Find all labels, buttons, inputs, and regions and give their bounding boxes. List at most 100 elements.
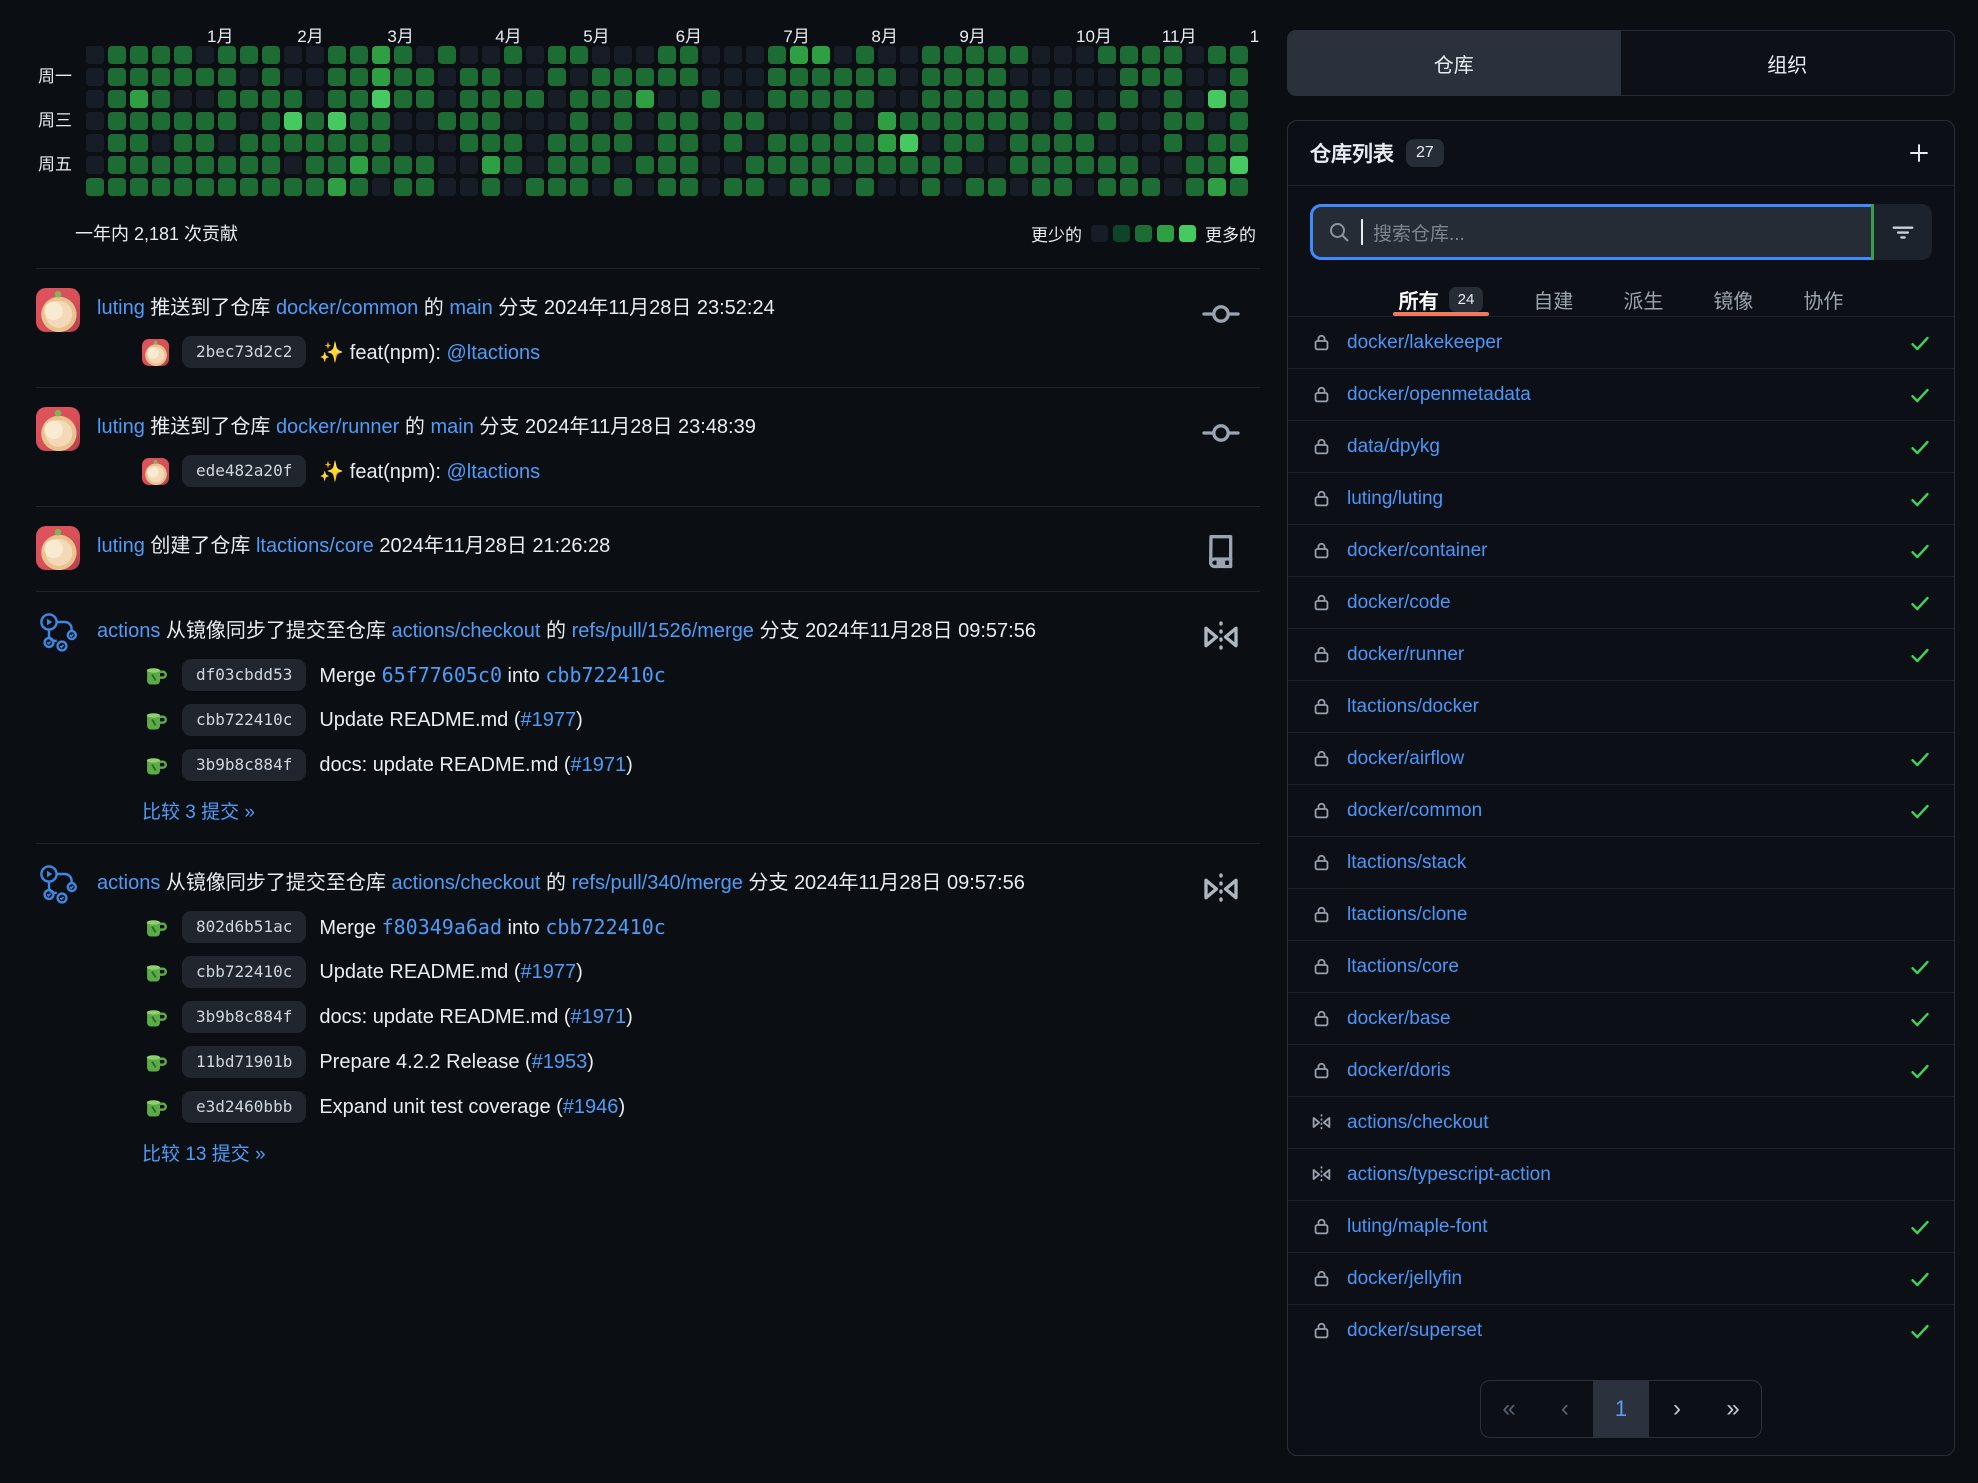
commit-hash-link[interactable]: e3d2460bbb <box>182 1091 306 1123</box>
compare-commits-link[interactable]: 比较 3 提交 » <box>142 797 255 824</box>
tab-organizations[interactable]: 组织 <box>1621 30 1956 96</box>
repo-link[interactable]: docker/base <box>1347 1008 1451 1030</box>
inline-link[interactable]: actions <box>97 872 160 894</box>
ci-success-icon[interactable] <box>1908 1215 1932 1239</box>
inline-link[interactable]: @ltactions <box>447 461 541 483</box>
inline-link[interactable]: #1977 <box>521 961 577 983</box>
commit-hash-link[interactable]: df03cbdd53 <box>182 659 306 691</box>
tab-repositories[interactable]: 仓库 <box>1287 30 1621 96</box>
ci-success-icon[interactable] <box>1908 487 1932 511</box>
pagination-›[interactable]: › <box>1649 1381 1705 1437</box>
repo-link[interactable]: ltactions/docker <box>1347 696 1479 718</box>
commit-hash-link[interactable]: 3b9b8c884f <box>182 1001 306 1033</box>
repo-link[interactable]: docker/code <box>1347 592 1451 614</box>
heatmap-cell <box>922 178 940 196</box>
inline-link[interactable]: 65f77605c0 <box>382 663 502 687</box>
pagination-page-1[interactable]: 1 <box>1593 1381 1649 1437</box>
inline-link[interactable]: f80349a6ad <box>382 915 502 939</box>
repo-search-input[interactable]: 搜索仓库... <box>1310 204 1871 260</box>
inline-link[interactable]: ltactions/core <box>256 535 374 557</box>
repo-link[interactable]: ltactions/core <box>1347 956 1459 978</box>
inline-text: 2024年11月28日 23:52:24 <box>544 297 775 319</box>
ci-success-icon[interactable] <box>1908 1059 1932 1083</box>
repo-link[interactable]: docker/doris <box>1347 1060 1451 1082</box>
repo-link[interactable]: docker/jellyfin <box>1347 1268 1462 1290</box>
filter-tab-协作[interactable]: 协作 <box>1801 282 1845 316</box>
inline-link[interactable]: cbb722410c <box>545 915 665 939</box>
repo-link[interactable]: docker/runner <box>1347 644 1464 666</box>
ci-success-icon[interactable] <box>1908 435 1932 459</box>
commit-hash-link[interactable]: cbb722410c <box>182 956 306 988</box>
ci-success-icon[interactable] <box>1908 1267 1932 1291</box>
heatmap-cell <box>108 156 126 174</box>
compare-commits-link[interactable]: 比较 13 提交 » <box>142 1139 266 1166</box>
inline-link[interactable]: actions/checkout <box>392 620 541 642</box>
inline-link[interactable]: #1971 <box>571 1006 627 1028</box>
inline-link[interactable]: actions <box>97 620 160 642</box>
inline-link[interactable]: @ltactions <box>447 342 541 364</box>
repo-link[interactable]: luting/luting <box>1347 488 1443 510</box>
user-avatar-actions <box>36 611 80 655</box>
filter-tab-自建[interactable]: 自建 <box>1531 282 1575 316</box>
heatmap-cell <box>394 156 412 174</box>
filter-tab-label: 自建 <box>1533 285 1573 314</box>
inline-link[interactable]: cbb722410c <box>545 663 665 687</box>
inline-link[interactable]: #1971 <box>571 754 627 776</box>
ci-success-icon[interactable] <box>1908 383 1932 407</box>
inline-link[interactable]: actions/checkout <box>392 872 541 894</box>
inline-link[interactable]: #1953 <box>532 1051 588 1073</box>
inline-link[interactable]: #1977 <box>521 709 577 731</box>
heatmap-cell <box>438 46 456 64</box>
heatmap-cell <box>372 178 390 196</box>
repo-link[interactable]: docker/common <box>1347 800 1482 822</box>
repo-link[interactable]: actions/typescript-action <box>1347 1164 1551 1186</box>
repo-link[interactable]: data/dpykg <box>1347 436 1440 458</box>
inline-link[interactable]: luting <box>97 535 145 557</box>
ci-success-icon[interactable] <box>1908 747 1932 771</box>
filter-tab-所有[interactable]: 所有24 <box>1397 282 1486 316</box>
repo-link[interactable]: docker/airflow <box>1347 748 1464 770</box>
inline-link[interactable]: docker/common <box>276 297 418 319</box>
heatmap-cell <box>306 68 324 86</box>
inline-link[interactable]: refs/pull/1526/merge <box>572 620 754 642</box>
filter-button[interactable] <box>1874 204 1932 260</box>
commit-hash-link[interactable]: 11bd71901b <box>182 1046 306 1078</box>
repo-link[interactable]: actions/checkout <box>1347 1112 1489 1134</box>
filter-tab-派生[interactable]: 派生 <box>1621 282 1665 316</box>
repo-link[interactable]: docker/openmetadata <box>1347 384 1531 406</box>
inline-link[interactable]: main <box>449 297 492 319</box>
ci-success-icon[interactable] <box>1908 1007 1932 1031</box>
filter-tab-镜像[interactable]: 镜像 <box>1711 282 1755 316</box>
commit-hash-link[interactable]: cbb722410c <box>182 704 306 736</box>
heatmap-cell <box>262 112 280 130</box>
inline-link[interactable]: #1946 <box>563 1096 619 1118</box>
ci-success-icon[interactable] <box>1908 331 1932 355</box>
commit-hash-link[interactable]: 2bec73d2c2 <box>182 336 306 368</box>
ci-success-icon[interactable] <box>1908 1319 1932 1343</box>
heatmap-cell <box>1010 156 1028 174</box>
pagination-»[interactable]: » <box>1705 1381 1761 1437</box>
commit-hash-link[interactable]: ede482a20f <box>182 455 306 487</box>
heatmap-cell <box>944 156 962 174</box>
repo-link[interactable]: ltactions/stack <box>1347 852 1466 874</box>
ci-success-icon[interactable] <box>1908 955 1932 979</box>
ci-success-icon[interactable] <box>1908 799 1932 823</box>
inline-link[interactable]: docker/runner <box>276 416 399 438</box>
inline-link[interactable]: refs/pull/340/merge <box>572 872 743 894</box>
commit-hash-link[interactable]: 3b9b8c884f <box>182 749 306 781</box>
ci-success-icon[interactable] <box>1908 643 1932 667</box>
inline-link[interactable]: luting <box>97 416 145 438</box>
repo-link[interactable]: docker/container <box>1347 540 1487 562</box>
heatmap-cell <box>1164 90 1182 108</box>
ci-success-icon[interactable] <box>1908 591 1932 615</box>
commit-hash-link[interactable]: 802d6b51ac <box>182 911 306 943</box>
repo-link[interactable]: docker/lakekeeper <box>1347 332 1502 354</box>
ci-success-icon[interactable] <box>1908 539 1932 563</box>
repo-link[interactable]: luting/maple-font <box>1347 1216 1487 1238</box>
heatmap-cell <box>86 68 104 86</box>
repo-link[interactable]: ltactions/clone <box>1347 904 1467 926</box>
inline-link[interactable]: main <box>430 416 473 438</box>
inline-link[interactable]: luting <box>97 297 145 319</box>
add-repo-button[interactable] <box>1906 140 1932 166</box>
repo-link[interactable]: docker/superset <box>1347 1320 1482 1342</box>
